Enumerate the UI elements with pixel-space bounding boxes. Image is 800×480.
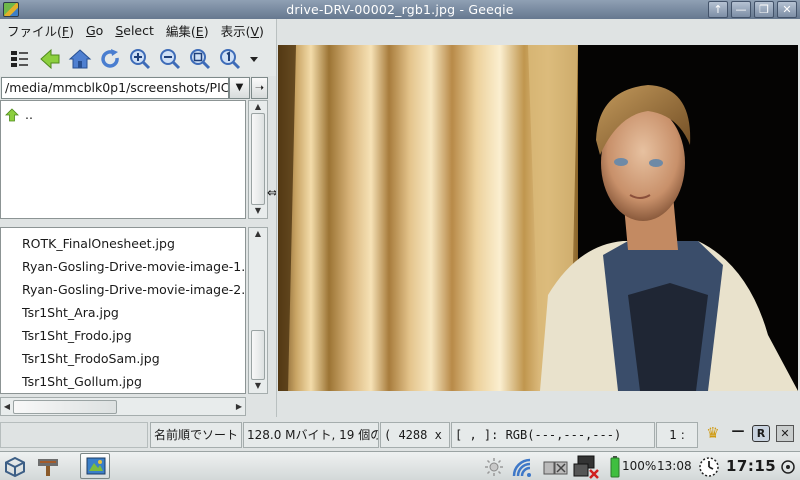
menu-select[interactable]: Select bbox=[115, 23, 154, 38]
battery-percent: 100% bbox=[622, 459, 657, 473]
geeqie-task-icon bbox=[86, 457, 106, 475]
zoom-1to1-button[interactable] bbox=[216, 45, 243, 73]
network-icon[interactable] bbox=[572, 454, 600, 480]
zoom-fit-icon bbox=[189, 49, 210, 70]
status-collection-size: 128.0 Mバイト, 19 個の bbox=[243, 422, 379, 448]
file-item[interactable]: Ryan-Gosling-Drive-movie-image-1.jpg bbox=[1, 255, 245, 278]
refresh-button[interactable] bbox=[96, 45, 123, 73]
file-item[interactable]: Tsr1Sht_FrodoSam.jpg bbox=[1, 347, 245, 370]
status-minus-button[interactable]: — bbox=[728, 424, 748, 444]
wifi-icon[interactable] bbox=[510, 456, 534, 478]
menu-bar: ファイル(F) Go Select 編集(E) 表示(V) bbox=[0, 19, 276, 42]
menu-file[interactable]: ファイル(F) bbox=[7, 21, 74, 40]
folder-list[interactable]: .. bbox=[0, 100, 246, 219]
status-pixel-info: [ , ]: RGB(---,---,---) bbox=[451, 422, 655, 448]
file-item[interactable]: Tsr1Sht_Frodo.jpg bbox=[1, 324, 245, 347]
taskbar-clock[interactable]: 17:15 bbox=[726, 457, 776, 475]
status-close-button[interactable]: ✕ bbox=[776, 425, 794, 442]
tools-icon[interactable] bbox=[36, 456, 60, 478]
folder-list-scrollbar[interactable]: ▲ ▼ bbox=[248, 100, 268, 219]
folder-scroll-thumb[interactable] bbox=[251, 113, 265, 205]
menu-view[interactable]: 表示(V) bbox=[221, 21, 264, 40]
file-scroll-up-button[interactable]: ▲ bbox=[249, 228, 267, 240]
menu-cube-icon[interactable] bbox=[4, 456, 26, 478]
file-item[interactable]: ROTK_FinalOnesheet.jpg bbox=[1, 232, 245, 255]
file-scroll-left-button[interactable]: ◀ bbox=[2, 401, 12, 413]
status-bar: 名前順でソート 128.0 Mバイト, 19 個の ( 4288 x 2 [ ,… bbox=[0, 418, 800, 450]
zoom-out-button[interactable] bbox=[156, 45, 183, 73]
taskbar-geeqie-window[interactable] bbox=[80, 453, 110, 479]
zoom-in-button[interactable] bbox=[126, 45, 153, 73]
zoom-in-icon bbox=[129, 49, 150, 70]
toolbar bbox=[0, 42, 276, 76]
back-button[interactable] bbox=[36, 45, 63, 73]
folder-scroll-down-button[interactable]: ▼ bbox=[252, 205, 264, 217]
refresh-icon bbox=[100, 49, 119, 68]
status-image-dimensions: ( 4288 x 2 bbox=[380, 422, 450, 448]
zoom-out-icon bbox=[159, 49, 180, 70]
thumbnails-button[interactable] bbox=[6, 45, 33, 73]
battery-time-remaining: 13:08 bbox=[657, 459, 692, 473]
brightness-icon[interactable] bbox=[484, 457, 504, 477]
clock-icon[interactable] bbox=[698, 456, 720, 478]
more-chevron-icon bbox=[250, 57, 258, 62]
menu-go[interactable]: Go bbox=[86, 23, 103, 38]
window-close-button[interactable]: ✕ bbox=[777, 1, 797, 18]
status-crown-button[interactable]: ♛ bbox=[703, 424, 723, 444]
folder-scroll-up-button[interactable]: ▲ bbox=[249, 101, 267, 113]
home-icon bbox=[68, 49, 91, 69]
status-r-button[interactable]: R bbox=[752, 425, 770, 442]
window-title: drive-DRV-00002_rgb1.jpg - Geeqie bbox=[286, 2, 514, 17]
menu-edit[interactable]: 編集(E) bbox=[166, 21, 209, 40]
status-progress bbox=[0, 422, 148, 448]
window-maximize-button[interactable]: ❐ bbox=[754, 1, 774, 18]
photo-graphic bbox=[278, 45, 798, 391]
folder-parent-item[interactable]: .. bbox=[5, 107, 33, 122]
toolbar-more-button[interactable] bbox=[246, 45, 262, 73]
back-arrow-icon bbox=[39, 48, 59, 70]
path-history-dropdown[interactable]: ▼ bbox=[229, 77, 250, 99]
status-zoom-level[interactable]: 1 : bbox=[656, 422, 698, 448]
file-hscroll-thumb[interactable] bbox=[13, 400, 117, 414]
folder-parent-label: .. bbox=[25, 107, 33, 122]
usb-icon[interactable] bbox=[543, 457, 569, 477]
file-item[interactable]: Tsr1Sht_Gollum.jpg bbox=[1, 370, 245, 393]
file-list-scrollbar[interactable]: ▲ ▼ bbox=[248, 227, 268, 394]
image-preview[interactable] bbox=[278, 45, 798, 391]
file-scroll-right-button[interactable]: ▶ bbox=[234, 401, 244, 413]
window-minimize-button[interactable]: — bbox=[731, 1, 751, 18]
system-tray-menu-icon[interactable] bbox=[780, 459, 796, 475]
file-scroll-thumb[interactable] bbox=[251, 330, 265, 380]
status-sort-button[interactable]: 名前順でソート bbox=[150, 422, 242, 448]
file-list[interactable]: ROTK_FinalOnesheet.jpg Ryan-Gosling-Driv… bbox=[0, 227, 246, 394]
battery-icon[interactable] bbox=[610, 456, 620, 478]
file-scroll-down-button[interactable]: ▼ bbox=[252, 380, 264, 392]
file-list-hscrollbar[interactable]: ◀ ▶ bbox=[0, 397, 246, 416]
path-input[interactable]: /media/mmcblk0p1/screenshots/PICS bbox=[1, 77, 229, 99]
home-button[interactable] bbox=[66, 45, 93, 73]
file-item[interactable]: Ryan-Gosling-Drive-movie-image-2.jpg bbox=[1, 278, 245, 301]
path-go-button[interactable]: ➝ bbox=[251, 77, 268, 99]
file-item[interactable]: Tsr1Sht_Ara.jpg bbox=[1, 301, 245, 324]
zoom-fit-button[interactable] bbox=[186, 45, 213, 73]
thumbnails-icon bbox=[10, 51, 28, 67]
title-bar[interactable]: drive-DRV-00002_rgb1.jpg - Geeqie ↑ — ❐ … bbox=[0, 0, 800, 19]
taskbar: 100% 13:08 17:15 bbox=[0, 451, 800, 480]
up-arrow-icon bbox=[5, 107, 19, 121]
window-up-button[interactable]: ↑ bbox=[708, 1, 728, 18]
zoom-1to1-icon bbox=[219, 49, 240, 70]
